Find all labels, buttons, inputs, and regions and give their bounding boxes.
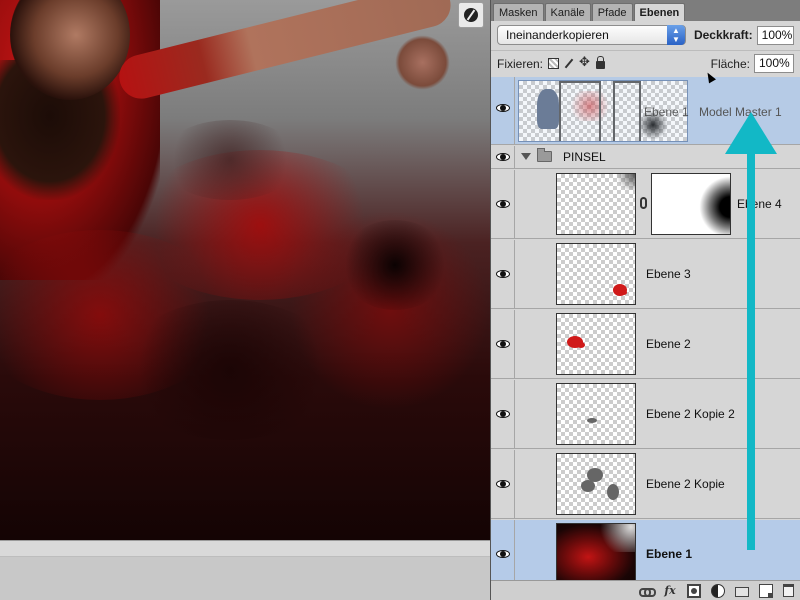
new-layer-icon[interactable]	[759, 583, 773, 598]
layers-panel-toolbar: fx	[491, 580, 800, 600]
layer-thumbnail	[556, 173, 636, 235]
tab-masks[interactable]: Masken	[493, 3, 544, 21]
thumbnail-silhouette	[537, 89, 559, 129]
thumbnail-splash	[607, 484, 619, 500]
visibility-column	[491, 380, 515, 448]
mask-link-icon[interactable]	[640, 197, 647, 209]
horizontal-scrollbar[interactable]	[0, 541, 490, 557]
layer-name: Ebene 3	[646, 267, 691, 281]
visibility-column	[491, 240, 515, 308]
panel-tab-bar: Masken Kanäle Pfade Ebenen	[491, 0, 800, 21]
thumbnail-highlight	[595, 524, 635, 552]
visibility-column	[491, 170, 515, 238]
trash-icon[interactable]	[783, 584, 794, 597]
visibility-column	[491, 77, 515, 144]
blend-row: Ineinanderkopieren ▲ ▼ Deckkraft: 100%	[491, 21, 800, 49]
lock-paint-icon[interactable]	[564, 58, 575, 69]
fill-field[interactable]: 100%	[754, 54, 794, 73]
thumbnail-splash	[621, 290, 627, 295]
thumbnail-frame	[559, 81, 601, 141]
eye-icon[interactable]	[496, 104, 510, 112]
add-mask-icon[interactable]	[687, 583, 701, 598]
layer-thumbnail	[556, 243, 636, 305]
layer-thumbnail	[556, 453, 636, 515]
eye-icon[interactable]	[496, 270, 510, 278]
arrow-shaft	[747, 150, 755, 550]
thumbnail-splash	[613, 174, 635, 190]
layer-name: Ebene 1	[646, 547, 693, 561]
new-group-icon[interactable]	[735, 586, 749, 597]
annotation-arrow-up-icon	[725, 112, 777, 550]
artwork-figure-hand	[395, 35, 450, 90]
lock-all-icon[interactable]	[596, 56, 606, 69]
fill-label: Fläche:	[710, 56, 750, 71]
disclosure-triangle-icon[interactable]	[521, 153, 531, 160]
eye-icon[interactable]	[496, 200, 510, 208]
layer-name: Ebene 1	[644, 105, 689, 119]
tab-channels[interactable]: Kanäle	[544, 3, 591, 21]
layer-thumbnail	[556, 523, 636, 582]
lock-row: Fixieren: Fläche: 100%	[491, 50, 800, 76]
lock-move-icon[interactable]	[579, 54, 591, 70]
artwork-splash	[340, 220, 450, 310]
artwork-splash	[160, 120, 300, 200]
eye-icon[interactable]	[496, 153, 510, 161]
link-layers-icon[interactable]	[639, 584, 656, 598]
thumbnail-splash	[577, 342, 585, 348]
tab-paths[interactable]: Pfade	[591, 3, 633, 21]
eye-icon[interactable]	[496, 410, 510, 418]
opacity-field[interactable]: 100%	[756, 25, 794, 45]
opacity-label: Deckkraft:	[693, 28, 753, 42]
select-arrows-icon: ▲ ▼	[666, 25, 685, 45]
thumbnail-splash	[587, 418, 597, 423]
lock-label: Fixieren:	[497, 56, 544, 71]
blend-mode-value: Ineinanderkopieren	[506, 28, 609, 42]
thumbnail-frame	[613, 81, 641, 141]
layer-name: Ebene 2	[646, 337, 691, 351]
layer-mask-thumbnail[interactable]	[651, 173, 731, 235]
visibility-column	[491, 520, 515, 582]
visibility-column	[491, 310, 515, 378]
artwork-splash	[120, 300, 340, 440]
document-canvas[interactable]	[0, 0, 490, 540]
lock-transparency-icon[interactable]	[548, 58, 560, 69]
document-status-bar	[0, 540, 490, 600]
layer-thumbnail	[556, 313, 636, 375]
fx-icon[interactable]: fx	[663, 584, 677, 598]
blend-mode-select[interactable]: Ineinanderkopieren ▲ ▼	[497, 25, 686, 45]
eye-icon[interactable]	[496, 550, 510, 558]
pen-icon	[464, 8, 478, 22]
layer-thumbnail	[556, 383, 636, 445]
layer-name: Ebene 2 Kopie	[646, 477, 725, 491]
group-name: PINSEL	[563, 150, 606, 164]
adjustment-layer-icon[interactable]	[711, 583, 725, 598]
folder-icon	[537, 148, 552, 162]
thumbnail-splash	[581, 480, 595, 492]
arrow-head	[725, 112, 777, 154]
visibility-column	[491, 450, 515, 518]
canvas-tool-button[interactable]	[458, 2, 484, 28]
layer-name: Ebene 2 Kopie 2	[646, 407, 735, 421]
eye-icon[interactable]	[496, 480, 510, 488]
visibility-column	[491, 146, 515, 168]
tab-layers[interactable]: Ebenen	[633, 3, 686, 21]
eye-icon[interactable]	[496, 340, 510, 348]
